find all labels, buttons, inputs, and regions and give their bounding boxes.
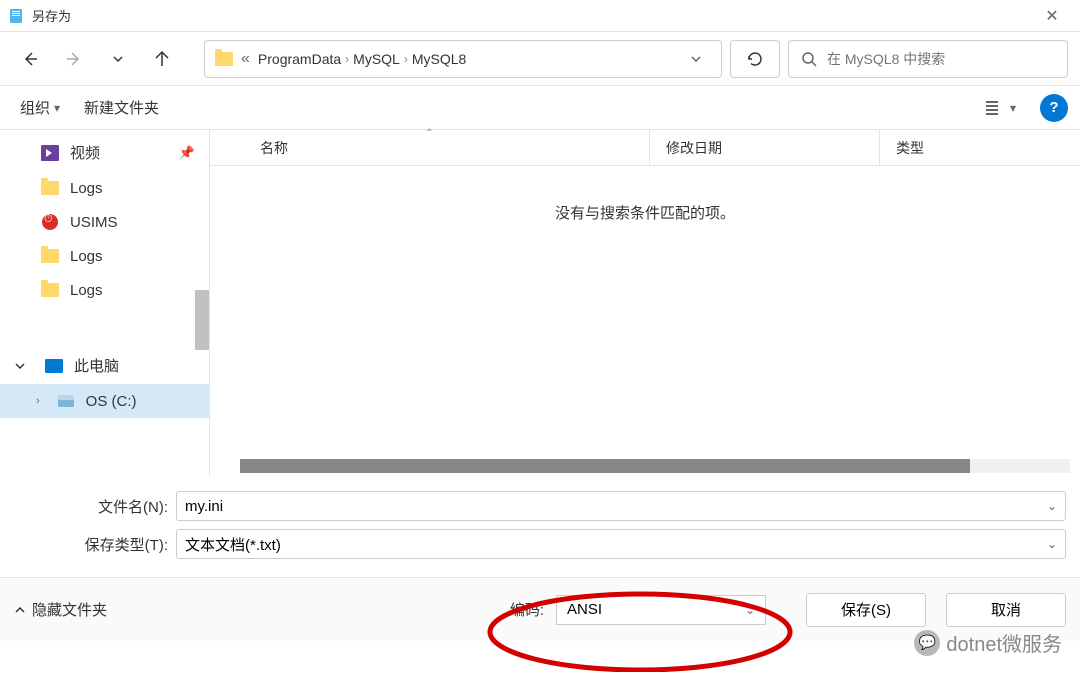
chevron-down-icon[interactable]: ⌄ (745, 603, 755, 617)
chevron-down-icon: ▾ (54, 101, 60, 115)
breadcrumb-item[interactable]: MySQL (353, 51, 400, 67)
search-icon (801, 51, 817, 67)
usims-icon (40, 213, 60, 231)
encoding-select[interactable]: ANSI ⌄ (556, 595, 766, 625)
save-type-label: 保存类型(T): (14, 534, 176, 555)
chevron-right-icon[interactable]: › (36, 395, 40, 407)
chevron-down-icon[interactable]: ⌄ (1047, 499, 1057, 513)
folder-icon (215, 52, 233, 66)
chevron-right-icon: › (404, 52, 408, 66)
sidebar: 视频 📌 Logs USIMS Logs Logs 此电脑 › OS (C (0, 130, 210, 477)
search-box[interactable] (788, 40, 1068, 78)
sidebar-item-this-pc[interactable]: 此电脑 (0, 347, 209, 384)
hide-folders-button[interactable]: 隐藏文件夹 (14, 599, 107, 620)
breadcrumb-ellipsis[interactable]: « (241, 50, 250, 68)
drive-icon (56, 392, 76, 410)
address-bar[interactable]: « ProgramData › MySQL › MySQL8 (204, 40, 722, 78)
scrollbar-thumb[interactable] (240, 459, 970, 473)
cancel-button[interactable]: 取消 (946, 593, 1066, 627)
new-folder-button[interactable]: 新建文件夹 (76, 93, 167, 122)
filename-label: 文件名(N): (14, 496, 176, 517)
search-input[interactable] (827, 51, 1055, 67)
encoding-label: 编码: (510, 599, 544, 620)
organize-button[interactable]: 组织 ▾ (12, 93, 68, 122)
empty-message: 没有与搜索条件匹配的项。 (210, 166, 1080, 259)
column-header-date[interactable]: 修改日期 (650, 130, 880, 165)
video-icon (40, 144, 60, 162)
recent-dropdown[interactable] (100, 41, 136, 77)
chevron-down-icon[interactable] (14, 360, 26, 372)
scrollbar-thumb[interactable] (195, 290, 209, 350)
breadcrumb-item[interactable]: MySQL8 (412, 51, 466, 67)
save-type-select[interactable]: 文本文档(*.txt) ⌄ (176, 529, 1066, 559)
filename-input[interactable]: my.ini ⌄ (176, 491, 1066, 521)
save-button[interactable]: 保存(S) (806, 593, 926, 627)
sidebar-item-logs[interactable]: Logs (0, 171, 209, 205)
folder-icon (40, 247, 60, 265)
app-icon (8, 8, 24, 24)
view-options-button[interactable]: ▾ (980, 92, 1020, 124)
horizontal-scrollbar[interactable] (240, 459, 1070, 473)
close-button[interactable]: ✕ (1032, 0, 1072, 32)
help-button[interactable]: ? (1040, 94, 1068, 122)
folder-icon (40, 179, 60, 197)
breadcrumb-item[interactable]: ProgramData (258, 51, 341, 67)
refresh-button[interactable] (730, 40, 780, 78)
chevron-down-icon[interactable]: ⌄ (1047, 537, 1057, 551)
breadcrumb: ProgramData › MySQL › MySQL8 (258, 51, 673, 67)
sidebar-item-usims[interactable]: USIMS (0, 205, 209, 239)
pc-icon (44, 357, 64, 375)
chevron-down-icon: ▾ (1010, 101, 1016, 115)
file-list: ⌃ 名称 修改日期 类型 没有与搜索条件匹配的项。 (210, 130, 1080, 477)
folder-icon (40, 281, 60, 299)
column-header-type[interactable]: 类型 (880, 130, 1080, 165)
address-dropdown[interactable] (681, 53, 711, 65)
window-title: 另存为 (32, 6, 1032, 25)
sidebar-item-videos[interactable]: 视频 📌 (0, 134, 209, 171)
back-button[interactable] (12, 41, 48, 77)
sort-indicator-icon: ⌃ (425, 128, 433, 139)
up-button[interactable] (144, 41, 180, 77)
pin-icon: 📌 (179, 145, 195, 161)
sidebar-item-os-drive[interactable]: › OS (C:) (0, 384, 209, 418)
sidebar-item-logs[interactable]: Logs (0, 239, 209, 273)
sidebar-item-logs[interactable]: Logs (0, 273, 209, 307)
chevron-up-icon (14, 604, 26, 616)
column-header-name[interactable]: ⌃ 名称 (210, 130, 650, 165)
forward-button[interactable] (56, 41, 92, 77)
chevron-right-icon: › (345, 52, 349, 66)
